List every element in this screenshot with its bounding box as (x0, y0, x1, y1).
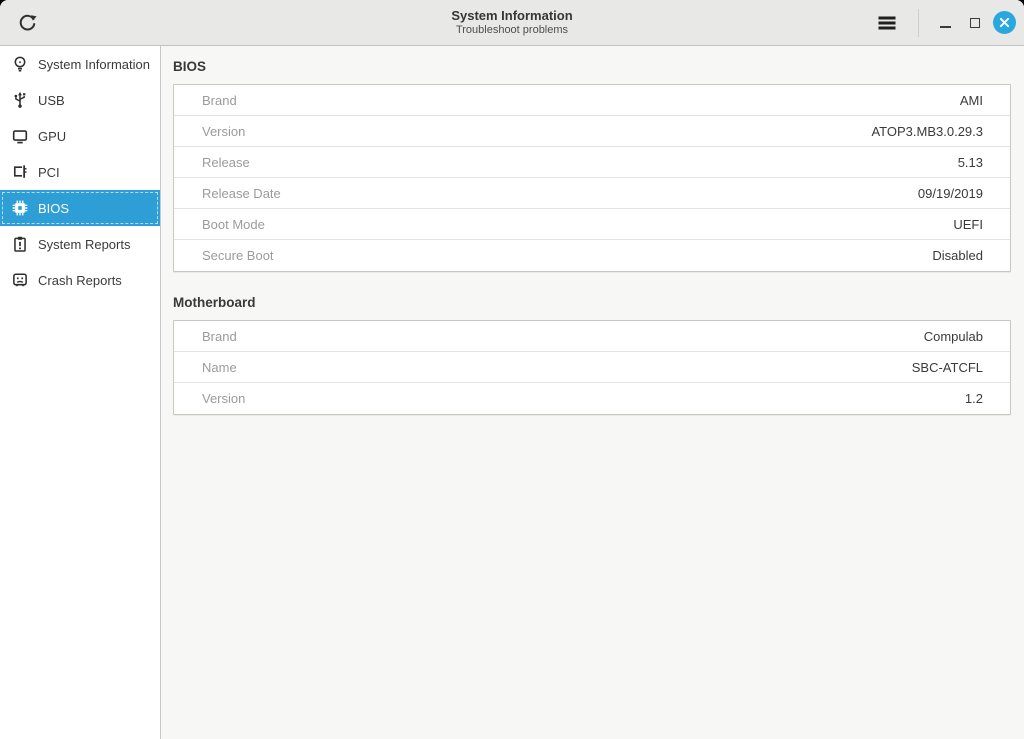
section-motherboard: Motherboard Brand Compulab Name SBC-ATCF… (173, 294, 1011, 415)
minimize-icon (940, 26, 951, 28)
close-button[interactable] (993, 11, 1016, 34)
sidebar-item-system-information[interactable]: System Information (0, 46, 160, 82)
table-row: Brand Compulab (174, 321, 1010, 352)
bios-table: Brand AMI Version ATOP3.MB3.0.29.3 Relea… (173, 84, 1011, 272)
table-row: Boot Mode UEFI (174, 209, 1010, 240)
window-subtitle: Troubleshoot problems (456, 24, 568, 37)
sidebar-item-label: BIOS (38, 201, 69, 216)
row-value: 09/19/2019 (918, 186, 1010, 201)
row-value: ATOP3.MB3.0.29.3 (871, 124, 1010, 139)
minimize-button[interactable] (933, 11, 957, 35)
sad-face-icon (10, 271, 30, 289)
headerbar: System Information Troubleshoot problems (0, 0, 1024, 46)
row-value: 5.13 (958, 155, 1010, 170)
sidebar-item-crash-reports[interactable]: Crash Reports (0, 262, 160, 298)
row-value: 1.2 (965, 391, 1010, 406)
app-window: System Information Troubleshoot problems (0, 0, 1024, 739)
table-row: Brand AMI (174, 85, 1010, 116)
menu-button[interactable] (870, 6, 904, 40)
sidebar-item-label: Crash Reports (38, 273, 122, 288)
sidebar-item-label: PCI (38, 165, 60, 180)
main-content: BIOS Brand AMI Version ATOP3.MB3.0.29.3 … (161, 46, 1024, 739)
sidebar-item-usb[interactable]: USB (0, 82, 160, 118)
monitor-icon (10, 127, 30, 145)
row-label: Release Date (174, 186, 281, 201)
row-label: Brand (174, 329, 237, 344)
pci-card-icon (10, 163, 30, 181)
table-row: Version 1.2 (174, 383, 1010, 414)
refresh-button[interactable] (10, 6, 44, 40)
row-label: Secure Boot (174, 248, 274, 263)
hamburger-icon (877, 13, 897, 33)
row-label: Version (174, 124, 245, 139)
motherboard-table: Brand Compulab Name SBC-ATCFL Version 1.… (173, 320, 1011, 415)
sidebar-item-bios[interactable]: BIOS (0, 190, 160, 226)
lightbulb-icon (10, 55, 30, 73)
section-title: Motherboard (173, 294, 1011, 311)
section-bios: BIOS Brand AMI Version ATOP3.MB3.0.29.3 … (173, 58, 1011, 272)
row-label: Brand (174, 93, 237, 108)
table-row: Release Date 09/19/2019 (174, 178, 1010, 209)
row-label: Version (174, 391, 245, 406)
row-label: Release (174, 155, 250, 170)
table-row: Release 5.13 (174, 147, 1010, 178)
window-title: System Information (451, 8, 572, 23)
sidebar-item-system-reports[interactable]: System Reports (0, 226, 160, 262)
maximize-icon (970, 18, 980, 28)
row-label: Boot Mode (174, 217, 265, 232)
table-row: Secure Boot Disabled (174, 240, 1010, 271)
usb-icon (10, 91, 30, 109)
sidebar-item-gpu[interactable]: GPU (0, 118, 160, 154)
row-label: Name (174, 360, 237, 375)
row-value: Compulab (924, 329, 1010, 344)
sidebar: System Information USB (0, 46, 161, 739)
sidebar-item-label: GPU (38, 129, 66, 144)
headerbar-separator (918, 9, 919, 37)
sidebar-item-label: USB (38, 93, 65, 108)
row-value: Disabled (932, 248, 1010, 263)
chip-icon (10, 199, 30, 217)
close-icon (999, 17, 1010, 28)
row-value: AMI (960, 93, 1010, 108)
row-value: UEFI (953, 217, 1010, 232)
table-row: Version ATOP3.MB3.0.29.3 (174, 116, 1010, 147)
headerbar-left (0, 6, 44, 40)
headerbar-right (870, 6, 1024, 40)
sidebar-item-pci[interactable]: PCI (0, 154, 160, 190)
table-row: Name SBC-ATCFL (174, 352, 1010, 383)
row-value: SBC-ATCFL (912, 360, 1010, 375)
section-title: BIOS (173, 58, 1011, 75)
refresh-icon (18, 13, 37, 32)
clipboard-icon (10, 235, 30, 253)
maximize-button[interactable] (963, 11, 987, 35)
sidebar-item-label: System Reports (38, 237, 130, 252)
sidebar-item-label: System Information (38, 57, 150, 72)
app-body: System Information USB (0, 46, 1024, 739)
